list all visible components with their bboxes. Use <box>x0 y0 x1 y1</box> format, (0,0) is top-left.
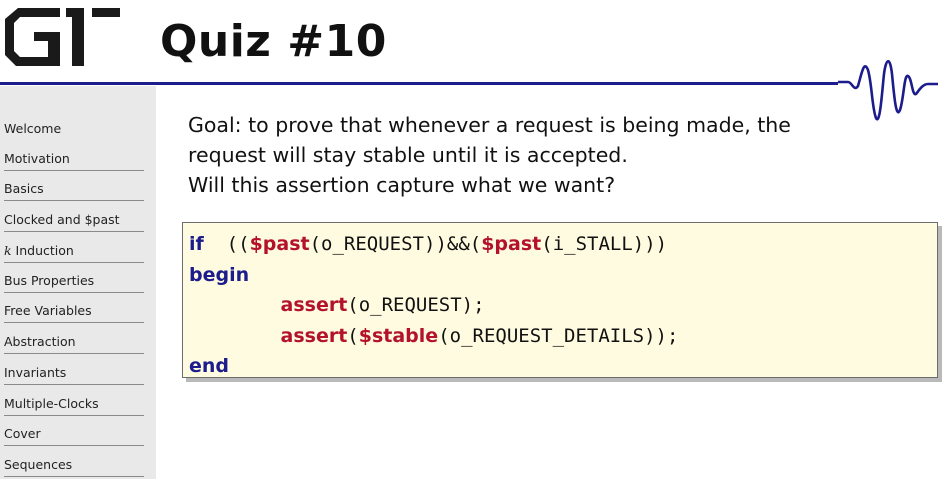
code-assert-keyword: assert <box>280 324 348 347</box>
sidebar-item-label: Welcome <box>4 121 62 136</box>
code-line: if (($past(o_REQUEST))&&($past(i_STALL))… <box>189 233 667 255</box>
code-system-function: $past <box>249 233 310 255</box>
sidebar-item-label: Cover <box>4 426 41 441</box>
sidebar-item-label: Sequences <box>4 457 73 472</box>
sidebar-item-bus-properties[interactable]: Bus Properties <box>4 270 144 293</box>
sidebar-item-label: Bus Properties <box>4 273 95 288</box>
slide-title: Quiz #10 <box>160 16 387 67</box>
code-system-function: $stable <box>358 324 439 347</box>
sidebar-item-free-variables[interactable]: Free Variables <box>4 300 144 323</box>
code-line: begin <box>189 264 249 286</box>
sidebar-item-multiple-clocks[interactable]: Multiple-Clocks <box>4 393 144 416</box>
goal-line: Will this assertion capture what we want… <box>188 173 616 197</box>
code-line: assert($stable(o_REQUEST_DETAILS)); <box>189 324 679 347</box>
goal-line: request will stay stable until it is acc… <box>188 143 628 167</box>
code-text: (o_REQUEST_DETAILS)); <box>438 324 679 347</box>
sidebar-item-label: Multiple-Clocks <box>4 396 99 411</box>
title-divider <box>0 82 860 85</box>
sidebar-item-clocked-and-past[interactable]: Clocked and $past <box>4 209 144 232</box>
sidebar-item-label: Invariants <box>4 365 67 380</box>
sidebar-item-label: Basics <box>4 181 44 196</box>
sidebar-item-k-induction[interactable]: k Induction <box>4 240 144 263</box>
sidebar-item-label: Free Variables <box>4 303 92 318</box>
sidebar-item-motivation[interactable]: Motivation <box>4 148 144 171</box>
code-line: assert(o_REQUEST); <box>189 294 485 316</box>
sidebar-item-label: Induction <box>11 243 74 258</box>
code-keyword: if <box>189 233 204 255</box>
code-block: if (($past(o_REQUEST))&&($past(i_STALL))… <box>182 222 938 378</box>
code-keyword: begin <box>189 263 250 286</box>
goal-text: Goal: to prove that whenever a request i… <box>188 110 888 200</box>
sidebar-item-basics[interactable]: Basics <box>4 178 144 201</box>
sidebar-item-label: Abstraction <box>4 334 76 349</box>
sidebar-item-abstraction[interactable]: Abstraction <box>4 331 144 354</box>
sidebar: Welcome Motivation Basics Clocked and $p… <box>0 86 156 479</box>
sidebar-item-math-prefix: k <box>4 243 12 258</box>
code-line: end <box>189 355 229 377</box>
gt-logo <box>5 8 120 66</box>
code-text: (i_STALL))) <box>541 233 668 255</box>
code-keyword: end <box>189 355 230 377</box>
code-assert-keyword: assert <box>280 294 348 316</box>
code-text: (( <box>226 233 250 255</box>
sidebar-item-invariants[interactable]: Invariants <box>4 362 144 385</box>
code-text: (o_REQUEST))&&( <box>309 233 482 255</box>
sidebar-item-cover[interactable]: Cover <box>4 423 144 446</box>
code-text: (o_REQUEST); <box>347 294 485 316</box>
sidebar-item-label: Motivation <box>4 151 70 166</box>
code-text: ( <box>347 324 359 347</box>
sidebar-item-welcome[interactable]: Welcome <box>4 118 144 140</box>
code-system-function: $past <box>481 233 542 255</box>
goal-line: Goal: to prove that whenever a request i… <box>188 113 791 137</box>
sidebar-item-label: Clocked and $past <box>4 212 120 227</box>
sidebar-item-sequences[interactable]: Sequences <box>4 454 144 477</box>
